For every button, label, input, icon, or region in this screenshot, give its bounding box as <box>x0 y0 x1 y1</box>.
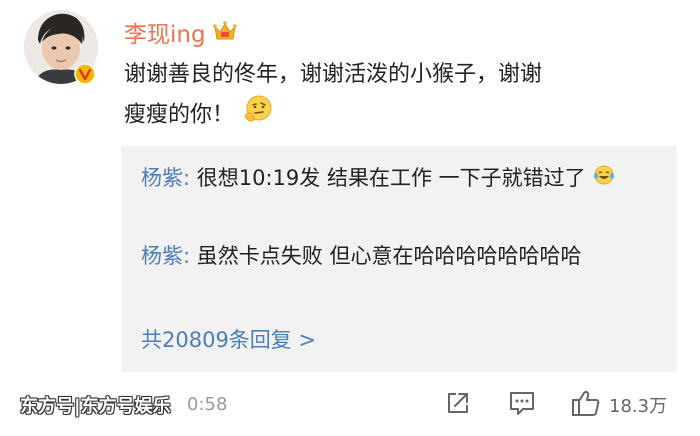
weibo-post: 李现ing 谢谢善良的佟年，谢谢活泼的小猴子，谢谢 瘦瘦的你！ 杨紫: 很想10… <box>0 0 700 436</box>
reply-item[interactable]: 杨紫: 很想10:19发 结果在工作 一下子就错过了 <box>141 160 651 197</box>
thumbs-up-icon <box>571 389 601 421</box>
reply-separator: : <box>183 244 197 268</box>
post-footer: 0:58 东方号|东方号娱乐 18.3万 <box>0 382 700 428</box>
timestamp: 0:58 <box>187 394 228 415</box>
post-text-line-2-text: 瘦瘦的你！ <box>124 102 235 128</box>
comment-button[interactable] <box>508 390 536 420</box>
comment-icon <box>508 390 536 420</box>
thinking-face-emoji <box>241 94 275 137</box>
reply-text: 虽然卡点失败 但心意在哈哈哈哈哈哈哈哈 <box>196 244 582 268</box>
share-button[interactable] <box>445 390 471 420</box>
replies-panel: 杨紫: 很想10:19发 结果在工作 一下子就错过了 杨紫: 虽然卡点失败 但心… <box>121 146 677 372</box>
share-icon <box>445 390 471 420</box>
reply-author[interactable]: 杨紫 <box>141 244 183 268</box>
more-replies-link[interactable]: 共20809条回复 > <box>141 324 316 354</box>
post-text-line-2: 瘦瘦的你！ <box>124 94 684 137</box>
post-header: 李现ing <box>124 12 238 52</box>
watermark: 东方号|东方号娱乐 <box>20 396 171 417</box>
post-content: 谢谢善良的佟年，谢谢活泼的小猴子，谢谢 瘦瘦的你！ <box>124 56 684 137</box>
username[interactable]: 李现ing <box>124 15 206 49</box>
reply-item[interactable]: 杨紫: 虽然卡点失败 但心意在哈哈哈哈哈哈哈哈 <box>141 238 651 274</box>
like-button[interactable]: 18.3万 <box>571 390 667 420</box>
reply-text: 很想10:19发 结果在工作 一下子就错过了 <box>196 166 586 190</box>
like-count: 18.3万 <box>609 396 668 417</box>
verified-badge-icon <box>74 63 96 85</box>
crown-icon <box>212 19 238 45</box>
laughing-tears-emoji <box>592 161 616 197</box>
reply-author[interactable]: 杨紫 <box>141 166 183 190</box>
reply-separator: : <box>183 166 197 190</box>
post-text-line-1: 谢谢善良的佟年，谢谢活泼的小猴子，谢谢 <box>124 62 543 87</box>
